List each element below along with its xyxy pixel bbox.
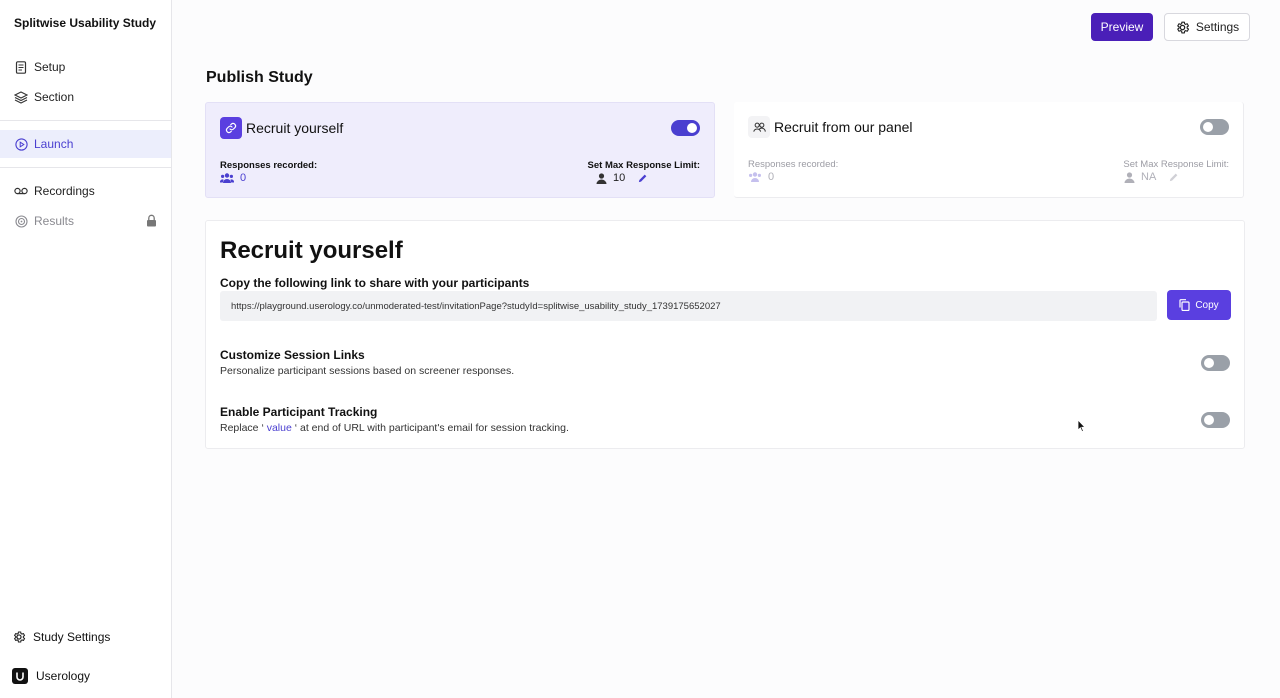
sidebar-divider (0, 120, 171, 121)
customize-session-links-title: Customize Session Links (220, 348, 365, 362)
recruit-yourself-toggle[interactable] (671, 120, 700, 136)
sidebar-item-label: Section (34, 90, 75, 104)
limit-value: NA (1124, 171, 1179, 183)
responses-count: 0 (240, 172, 247, 184)
target-icon (14, 214, 28, 228)
sidebar-item-label: Recordings (34, 184, 95, 198)
link-icon (220, 117, 242, 139)
responses-value: 0 (748, 171, 774, 183)
copy-icon (1179, 299, 1190, 311)
sidebar: Splitwise Usability Study Setup Section … (0, 0, 172, 698)
people-icon (220, 173, 234, 183)
study-title: Splitwise Usability Study (14, 16, 157, 30)
participant-tracking-description: Replace ‘ value ‘ at end of URL with par… (220, 422, 569, 434)
customize-session-links-description: Personalize participant sessions based o… (220, 365, 515, 377)
responses-label: Responses recorded: (220, 160, 318, 171)
settings-button[interactable]: Settings (1164, 13, 1250, 41)
responses-value: 0 (220, 172, 246, 184)
study-settings-label: Study Settings (33, 630, 111, 644)
sidebar-item-section[interactable]: Section (0, 83, 171, 111)
settings-label: Settings (1195, 20, 1240, 34)
copy-label: Copy (1195, 299, 1219, 311)
limit-count: 10 (613, 172, 626, 184)
voicemail-icon (14, 184, 28, 198)
pencil-icon[interactable] (637, 173, 648, 184)
description-text: ‘ at end of URL with participant's email… (291, 422, 569, 434)
preview-button[interactable]: Preview (1091, 13, 1153, 41)
sidebar-divider (0, 167, 171, 168)
sidebar-item-setup[interactable]: Setup (0, 53, 171, 81)
participant-tracking-toggle[interactable] (1201, 412, 1230, 428)
userology-logo-icon (12, 668, 28, 684)
gear-icon (1177, 21, 1189, 33)
mouse-cursor-icon (1077, 419, 1086, 438)
responses-label: Responses recorded: (748, 159, 839, 170)
value-token: value (266, 422, 292, 434)
gear-icon (12, 630, 26, 644)
recruit-panel-toggle[interactable] (1200, 119, 1229, 135)
card-title: Recruit from our panel (774, 119, 913, 135)
section-title: Recruit yourself (220, 237, 403, 264)
participant-tracking-title: Enable Participant Tracking (220, 405, 378, 419)
document-icon (14, 60, 28, 74)
recruit-yourself-section: Recruit yourself Copy the following link… (205, 220, 1245, 449)
page-title: Publish Study (206, 69, 313, 86)
person-icon (596, 172, 607, 184)
sidebar-item-label: Results (34, 214, 75, 228)
users-icon (748, 116, 770, 138)
share-link-label: Copy the following link to share with yo… (220, 276, 530, 290)
limit-count: NA (1141, 171, 1157, 183)
recruit-yourself-card[interactable]: Recruit yourself Responses recorded: 0 S… (205, 102, 715, 198)
sidebar-item-label: Launch (34, 137, 74, 151)
brand: Userology (12, 668, 90, 684)
customize-session-links-toggle[interactable] (1201, 355, 1230, 371)
description-text: Replace ‘ (220, 422, 267, 434)
card-title: Recruit yourself (246, 120, 344, 136)
invitation-url-field[interactable]: https://playground.userology.co/unmodera… (220, 291, 1157, 321)
sidebar-item-recordings[interactable]: Recordings (0, 177, 171, 205)
limit-label: Set Max Response Limit: (587, 160, 700, 171)
study-settings-link[interactable]: Study Settings (12, 630, 110, 644)
people-icon (749, 172, 761, 182)
brand-name: Userology (36, 669, 91, 683)
lock-icon (146, 214, 157, 230)
limit-label: Set Max Response Limit: (1123, 159, 1229, 170)
sidebar-item-label: Setup (34, 60, 66, 74)
sidebar-item-results[interactable]: Results (0, 207, 171, 235)
recruit-panel-card[interactable]: Recruit from our panel Responses recorde… (734, 102, 1244, 198)
play-circle-icon (14, 137, 28, 151)
layers-icon (14, 90, 28, 104)
sidebar-item-launch[interactable]: Launch (0, 130, 171, 158)
person-icon (1124, 171, 1135, 183)
responses-count: 0 (768, 171, 775, 183)
pencil-icon[interactable] (1168, 172, 1179, 183)
copy-button[interactable]: Copy (1167, 290, 1231, 320)
limit-value: 10 (596, 172, 648, 184)
